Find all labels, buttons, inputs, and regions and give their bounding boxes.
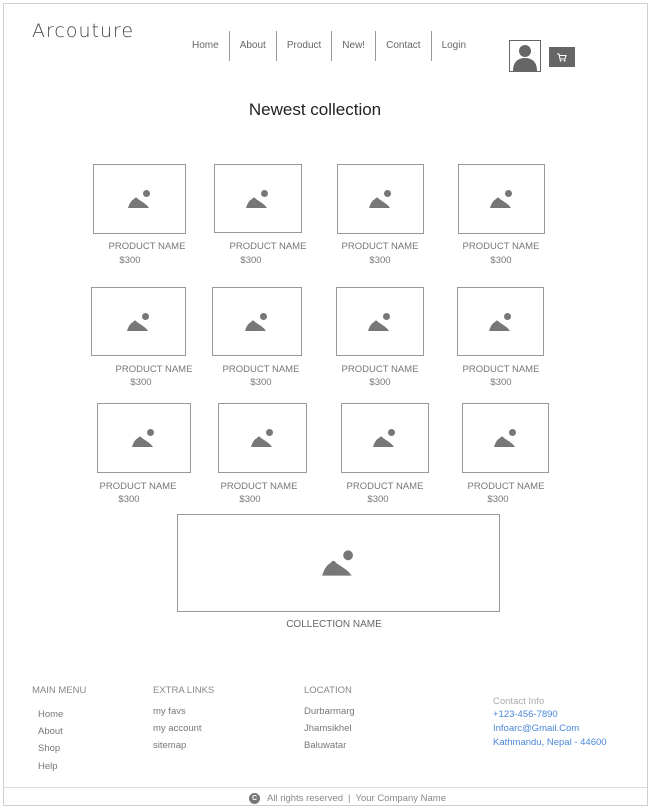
brand-logo[interactable]: Arcouture [32,20,134,42]
product-price: $300 [369,255,391,266]
product-image[interactable] [457,287,544,356]
product-price: $300 [130,377,152,388]
footer-link-my-account[interactable]: my account [153,723,202,734]
product-price: $300 [250,377,272,388]
main-nav: Home About Product New! Contact Login [182,31,476,61]
product-name: PRODUCT NAME [341,241,419,252]
product-name: PRODUCT NAME [108,241,186,252]
image-placeholder-icon [132,429,154,447]
image-placeholder-icon [126,312,149,331]
footer-contact-title: Contact Info [493,696,545,707]
product-name: PRODUCT NAME [220,481,298,492]
company-name: Your Company Name [355,793,446,804]
product-image[interactable] [91,287,186,356]
nav-about[interactable]: About [228,31,276,61]
nav-product[interactable]: Product [275,31,331,61]
nav-home[interactable]: Home [182,31,229,61]
nav-login[interactable]: Login [430,31,476,61]
cart-icon[interactable] [549,47,575,67]
footer-link-shop[interactable]: Shop [38,743,60,754]
product-name: PRODUCT NAME [462,364,540,375]
nav-contact[interactable]: Contact [375,31,430,61]
footer-divider [4,787,648,788]
footer-location-title: LOCATION [304,685,352,696]
image-placeholder-icon [246,189,268,208]
image-placeholder-icon [368,312,390,331]
footer-link-help[interactable]: Help [38,761,58,772]
footer-link-home[interactable]: Home [38,709,63,720]
copyright-bar: C All rights reserved | Your Company Nam… [249,792,446,805]
contact-email[interactable]: Infoarc@Gmail.Com [493,723,579,734]
product-name: PRODUCT NAME [99,481,177,492]
footer-link-about[interactable]: About [38,726,63,737]
footer-main-menu-title: MAIN MENU [32,685,87,696]
product-image[interactable] [336,287,424,356]
product-name: PRODUCT NAME [346,481,424,492]
product-price: $300 [490,377,512,388]
contact-phone[interactable]: +123-456-7890 [493,709,558,720]
nav-new[interactable]: New! [331,31,375,61]
image-placeholder-icon [250,429,273,447]
product-image[interactable] [337,164,424,234]
footer-extra-links-title: EXTRA LINKS [153,685,215,696]
user-icon[interactable] [509,40,541,72]
collection-image[interactable] [177,514,500,612]
footer-location-item[interactable]: Durbarmarg [304,706,355,717]
product-image[interactable] [218,403,307,473]
footer-location-item[interactable]: Jhamsikhel [304,723,352,734]
image-placeholder-icon [489,190,512,208]
image-placeholder-icon [373,429,395,447]
product-image[interactable] [212,287,302,356]
product-name: PRODUCT NAME [222,364,300,375]
product-price: $300 [119,255,141,266]
page-heading: Newest collection [248,100,382,119]
copyright-icon: C [249,793,260,804]
image-placeholder-icon [127,190,150,208]
product-name: PRODUCT NAME [467,481,545,492]
product-name: PRODUCT NAME [462,241,540,252]
footer-link-sitemap[interactable]: sitemap [153,740,186,751]
image-placeholder-icon [493,429,516,447]
product-image[interactable] [462,403,549,473]
product-image[interactable] [214,164,302,233]
product-image[interactable] [458,164,545,234]
product-price: $300 [369,377,391,388]
collection-name: COLLECTION NAME [286,619,382,630]
contact-address: Kathmandu, Nepal - 44600 [493,737,607,748]
copyright-separator: | [348,793,351,804]
product-name: PRODUCT NAME [115,364,193,375]
product-price: $300 [487,494,509,505]
product-price: $300 [367,494,389,505]
product-image[interactable] [341,403,429,473]
product-price: $300 [240,255,262,266]
image-placeholder-icon [368,190,391,208]
footer-location-item[interactable]: Baluwatar [304,740,346,751]
copyright-text: All rights reserved [267,793,344,804]
image-placeholder-icon [321,550,353,576]
product-price: $300 [239,494,261,505]
footer-link-my-favs[interactable]: my favs [153,706,186,717]
product-image[interactable] [97,403,191,473]
image-placeholder-icon [488,312,511,331]
image-placeholder-icon [245,312,267,331]
product-image[interactable] [93,164,186,234]
product-name: PRODUCT NAME [341,364,419,375]
product-price: $300 [118,494,140,505]
product-name: PRODUCT NAME [229,241,307,252]
product-price: $300 [490,255,512,266]
